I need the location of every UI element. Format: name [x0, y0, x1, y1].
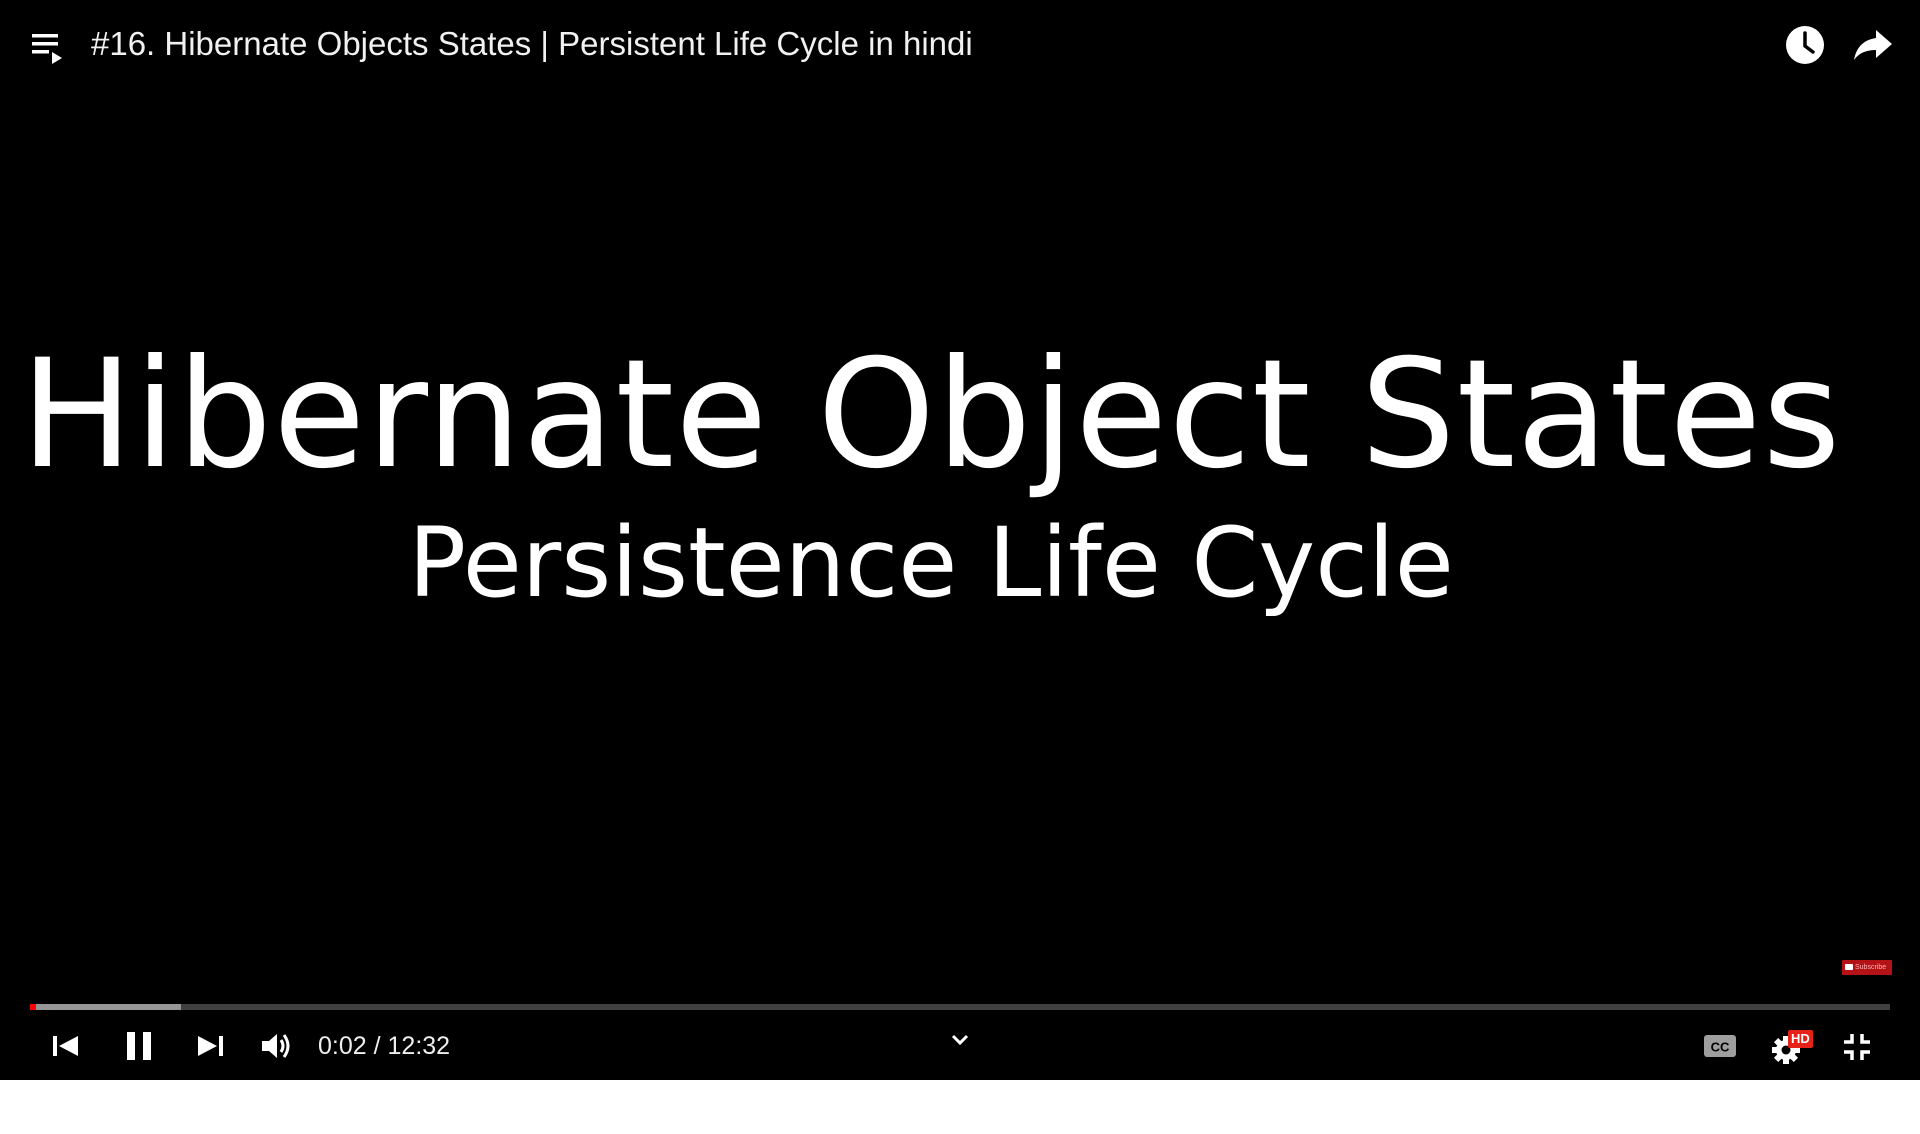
settings-icon[interactable]: HD	[1772, 1026, 1816, 1066]
video-player[interactable]: #16. Hibernate Objects States | Persiste…	[0, 0, 1920, 1080]
duration: 12:32	[387, 1032, 451, 1060]
current-time: 0:02	[318, 1032, 367, 1060]
time-separator: /	[366, 1032, 388, 1060]
progress-buffered	[30, 1004, 181, 1010]
subscribe-watermark[interactable]: Subscribe	[1842, 960, 1892, 975]
player-top-bar: #16. Hibernate Objects States | Persiste…	[0, 0, 1920, 90]
playlist-icon[interactable]	[30, 28, 70, 68]
svg-text:CC: CC	[1711, 1040, 1730, 1055]
progress-bar[interactable]	[30, 1004, 1890, 1010]
pause-icon[interactable]	[120, 1026, 160, 1066]
subscribe-label: Subscribe	[1855, 964, 1887, 971]
hd-badge: HD	[1788, 1030, 1813, 1048]
exit-fullscreen-icon[interactable]	[1840, 1030, 1874, 1064]
frame-subheading: Persistence Life Cycle	[408, 507, 1454, 619]
volume-icon[interactable]	[258, 1026, 298, 1066]
previous-icon[interactable]	[48, 1026, 84, 1066]
share-icon[interactable]	[1850, 22, 1896, 68]
chevron-down-icon[interactable]	[948, 1030, 972, 1050]
next-icon[interactable]	[192, 1026, 228, 1066]
youtube-logo-icon	[1845, 964, 1853, 971]
closed-captions-icon[interactable]: CC	[1702, 1030, 1738, 1062]
video-title[interactable]: #16. Hibernate Objects States | Persiste…	[91, 22, 973, 66]
progress-played	[30, 1004, 36, 1010]
time-display: 0:02 / 12:32	[318, 1030, 450, 1062]
watch-later-icon[interactable]	[1782, 22, 1828, 68]
frame-heading: Hibernate Object States	[20, 328, 1842, 502]
